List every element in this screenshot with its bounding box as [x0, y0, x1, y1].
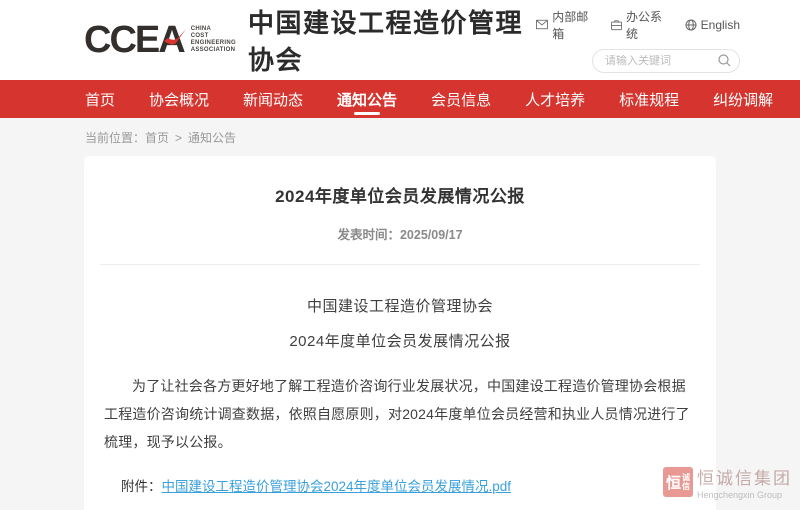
seal-char-main: 恒	[666, 472, 681, 493]
logo-subtext-line: COST	[191, 33, 236, 40]
article-heading-org: 中国建设工程造价管理协会	[100, 295, 700, 316]
english-link[interactable]: English	[685, 18, 740, 32]
logo-subtext-line: ENGINEERING	[191, 40, 236, 47]
breadcrumb-home-link[interactable]: 首页	[145, 131, 169, 145]
ccea-logo: CCEA	[84, 21, 184, 59]
site-title: 中国建设工程造价管理协会	[248, 3, 536, 77]
logo-red-swoosh-icon	[162, 25, 188, 51]
article-title: 2024年度单位会员发展情况公报	[100, 182, 700, 207]
brand[interactable]: CCEA CHINA COST ENGINEERING ASSOCIATION …	[84, 3, 536, 77]
nav-item-standards[interactable]: 标准规程	[619, 80, 679, 118]
seal-char-top: 诚	[682, 473, 690, 482]
site-header: CCEA CHINA COST ENGINEERING ASSOCIATION …	[0, 0, 800, 80]
nav-item-news[interactable]: 新闻动态	[243, 80, 303, 118]
nav-item-training[interactable]: 人才培养	[525, 80, 585, 118]
breadcrumb-prefix: 当前位置：	[85, 131, 145, 145]
article-card: 2024年度单位会员发展情况公报 发表时间：2025/09/17 中国建设工程造…	[84, 156, 716, 510]
nav-item-about[interactable]: 协会概况	[149, 80, 209, 118]
hengchengxin-watermark: 恒 诚 信 恒诚信集团 Hengchengxin Group	[663, 464, 792, 500]
article-publish-time: 发表时间：2025/09/17	[100, 224, 700, 243]
mail-icon	[536, 19, 548, 30]
logo-subtext-line: ASSOCIATION	[191, 47, 236, 54]
breadcrumb: 当前位置：首页 > 通知公告	[0, 118, 800, 156]
globe-icon	[685, 19, 697, 31]
article-body: 为了让社会各方更好地了解工程造价咨询行业发展状况，中国建设工程造价管理协会根据工…	[100, 372, 700, 456]
briefcase-icon	[611, 19, 622, 31]
search-input[interactable]	[605, 55, 718, 67]
attachment-label: 附件：	[121, 479, 162, 494]
logo-subtext: CHINA COST ENGINEERING ASSOCIATION	[191, 26, 236, 54]
seal-char-bottom: 信	[682, 482, 690, 491]
hengchengxin-seal-icon: 恒 诚 信	[663, 467, 693, 497]
article-heading-subject: 2024年度单位会员发展情况公报	[100, 330, 700, 351]
header-right: 内部邮箱 办公系统 English	[536, 8, 740, 73]
internal-mail-label: 内部邮箱	[552, 8, 593, 42]
attachment-pdf-link[interactable]: 中国建设工程造价管理协会2024年度单位会员发展情况.pdf	[162, 479, 512, 494]
search-icon[interactable]	[718, 54, 731, 67]
divider	[100, 264, 700, 265]
attachment-row: 附件：中国建设工程造价管理协会2024年度单位会员发展情况.pdf	[100, 475, 700, 495]
breadcrumb-current-link[interactable]: 通知公告	[188, 131, 236, 145]
logo-subtext-line: CHINA	[191, 26, 236, 33]
nav-item-members[interactable]: 会员信息	[431, 80, 491, 118]
watermark-name-en: Hengchengxin Group	[697, 490, 792, 500]
breadcrumb-separator: >	[175, 131, 182, 145]
quick-links: 内部邮箱 办公系统 English	[536, 8, 740, 42]
nav-item-home[interactable]: 首页	[85, 80, 115, 118]
watermark-name: 恒诚信集团	[697, 464, 792, 489]
office-system-link[interactable]: 办公系统	[611, 8, 667, 42]
main-nav: 首页 协会概况 新闻动态 通知公告 会员信息 人才培养 标准规程 纠纷调解	[0, 80, 800, 118]
english-label: English	[701, 18, 740, 32]
nav-item-disputes[interactable]: 纠纷调解	[713, 80, 773, 118]
search-box[interactable]	[592, 49, 740, 73]
office-system-label: 办公系统	[626, 8, 667, 42]
internal-mail-link[interactable]: 内部邮箱	[536, 8, 593, 42]
nav-item-notices[interactable]: 通知公告	[337, 80, 397, 118]
